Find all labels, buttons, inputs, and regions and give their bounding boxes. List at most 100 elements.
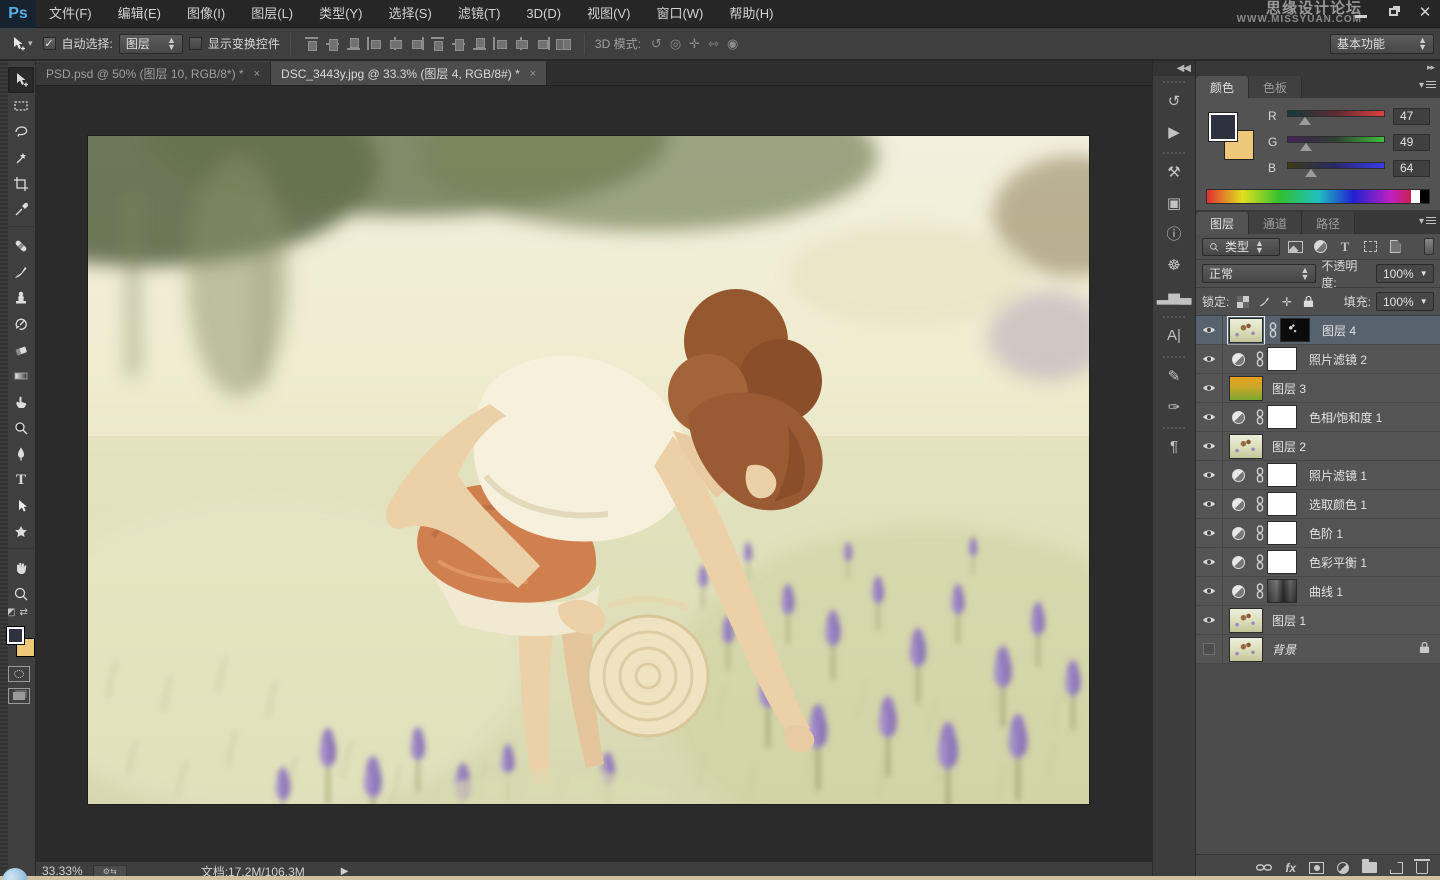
document-canvas-image[interactable] (88, 136, 1089, 804)
new-group-button[interactable] (1362, 862, 1377, 873)
filter-smart-objects-icon[interactable] (1385, 238, 1405, 255)
layer-mask-thumbnail[interactable] (1267, 492, 1297, 516)
foreground-color-swatch[interactable] (6, 626, 25, 645)
filter-adjustment-layers-icon[interactable] (1310, 238, 1330, 255)
distribute-horizontal-centers-icon[interactable] (514, 37, 529, 50)
restore-button[interactable] (1382, 2, 1404, 22)
history-panel-icon[interactable]: ↺ (1155, 85, 1193, 116)
tab-paths[interactable]: 路径 (1302, 212, 1355, 234)
layer-row[interactable]: 选取颜色 1 (1196, 490, 1440, 519)
dock-gripper[interactable] (1163, 316, 1185, 318)
3d-rotate-icon[interactable]: ↺ (651, 36, 662, 52)
tool-history-brush[interactable] (8, 311, 34, 337)
tab-close-icon[interactable]: × (528, 68, 538, 80)
layer-thumbnail[interactable] (1229, 376, 1263, 401)
layer-visibility-toggle[interactable] (1196, 316, 1223, 345)
collapse-panels-button[interactable]: ▸▸ (1196, 61, 1440, 74)
menu-view[interactable]: 视图(V) (574, 6, 643, 21)
lock-transparency-icon[interactable] (1234, 293, 1251, 310)
canvas-area[interactable] (36, 86, 1152, 861)
tool-presets-panel-icon[interactable]: ⚒ (1155, 156, 1193, 187)
lock-all-icon[interactable] (1300, 293, 1317, 310)
tab-color[interactable]: 颜色 (1196, 76, 1249, 98)
menu-edit[interactable]: 编辑(E) (105, 6, 174, 21)
filter-type-layers-icon[interactable]: T (1335, 238, 1355, 255)
menu-filter[interactable]: 滤镜(T) (445, 6, 514, 21)
slider-thumb[interactable] (1299, 117, 1311, 125)
tool-pen[interactable] (8, 441, 34, 467)
quick-mask-button[interactable] (8, 666, 30, 682)
tool-zoom[interactable] (8, 581, 34, 607)
status-flyout-arrow-icon[interactable]: ▶ (341, 866, 349, 877)
info-panel-icon[interactable]: ⓘ (1155, 218, 1193, 249)
layer-mask-link-icon[interactable] (1255, 496, 1265, 512)
layer-row[interactable]: 图层 3 (1196, 374, 1440, 403)
layer-name[interactable]: 曲线 1 (1309, 583, 1343, 600)
tool-custom-shape[interactable] (8, 519, 34, 545)
swap-colors-icon[interactable]: ⇄ (19, 607, 27, 618)
filter-shape-layers-icon[interactable] (1360, 238, 1380, 255)
layer-name[interactable]: 选取颜色 1 (1309, 496, 1367, 513)
layer-visibility-toggle[interactable] (1196, 345, 1223, 374)
new-layer-button[interactable] (1390, 862, 1403, 874)
layer-filter-type-dropdown[interactable]: 类型 ▲▼ (1202, 238, 1280, 256)
tab-close-icon[interactable]: × (252, 68, 262, 80)
channel-value-field[interactable]: 47 (1393, 108, 1430, 125)
dock-gripper[interactable] (1163, 81, 1185, 83)
layer-name[interactable]: 照片滤镜 2 (1309, 351, 1367, 368)
layers-panel-menu-icon[interactable]: ▾ (1419, 216, 1436, 227)
color-panel-menu-icon[interactable]: ▾ (1419, 80, 1436, 91)
default-colors-icon[interactable]: ◩ (6, 607, 15, 618)
3d-slide-icon[interactable]: ⇿ (708, 36, 719, 52)
menu-image[interactable]: 图像(I) (174, 6, 238, 21)
layer-row[interactable]: 色相/饱和度 1 (1196, 403, 1440, 432)
color-spectrum-ramp[interactable] (1206, 189, 1430, 204)
layer-mask-thumbnail[interactable] (1267, 463, 1297, 487)
brush-panel-icon[interactable]: ✑ (1155, 391, 1193, 422)
tool-eraser[interactable] (8, 337, 34, 363)
layer-name[interactable]: 色彩平衡 1 (1309, 554, 1367, 571)
layer-mask-thumbnail[interactable] (1267, 405, 1297, 429)
navigator-panel-icon[interactable]: ☸ (1155, 249, 1193, 280)
channel-value-field[interactable]: 49 (1393, 134, 1430, 151)
tool-crop[interactable] (8, 171, 34, 197)
align-left-edges-icon[interactable] (367, 37, 382, 50)
3d-roll-icon[interactable]: ◎ (670, 36, 681, 52)
minimize-button[interactable] (1350, 2, 1372, 22)
menu-window[interactable]: 窗口(W) (643, 6, 716, 21)
tool-type[interactable]: T (8, 467, 34, 493)
tab-layers[interactable]: 图层 (1196, 212, 1249, 234)
layer-row[interactable]: 曲线 1 (1196, 577, 1440, 606)
layer-name[interactable]: 色阶 1 (1309, 525, 1343, 542)
layer-style-button[interactable]: fx (1285, 861, 1296, 875)
layer-visibility-toggle[interactable] (1196, 577, 1223, 606)
layer-mask-thumbnail[interactable] (1267, 550, 1297, 574)
layer-mask-thumbnail[interactable] (1267, 521, 1297, 545)
layer-row[interactable]: 照片滤镜 1 (1196, 461, 1440, 490)
lock-pixels-icon[interactable] (1256, 293, 1273, 310)
layer-name[interactable]: 图层 2 (1272, 438, 1306, 455)
foreground-color-swatch[interactable] (1208, 112, 1238, 142)
tool-magic-wand[interactable] (8, 145, 34, 171)
tool-marquee[interactable] (8, 93, 34, 119)
tool-lasso[interactable] (8, 119, 34, 145)
distribute-right-edges-icon[interactable] (535, 37, 550, 50)
menu-type[interactable]: 类型(Y) (306, 6, 375, 21)
workspace-switcher-dropdown[interactable]: 基本功能 ▲▼ (1330, 34, 1434, 54)
tool-eyedropper[interactable] (8, 197, 34, 223)
blend-mode-dropdown[interactable]: 正常 ▲▼ (1202, 264, 1316, 283)
document-tab[interactable]: DSC_3443y.jpg @ 33.3% (图层 4, RGB/8#) * × (271, 61, 547, 85)
layer-mask-link-icon[interactable] (1255, 409, 1265, 425)
layer-row[interactable]: 照片滤镜 2 (1196, 345, 1440, 374)
layer-name[interactable]: 图层 3 (1272, 380, 1306, 397)
dock-gripper[interactable] (1163, 356, 1185, 358)
layer-row[interactable]: 图层 1 (1196, 606, 1440, 635)
align-top-edges-icon[interactable] (304, 37, 319, 50)
layer-mask-thumbnail[interactable] (1267, 579, 1297, 603)
tool-dodge[interactable] (8, 415, 34, 441)
3d-panel-icon[interactable]: ▣ (1155, 187, 1193, 218)
channel-slider[interactable] (1287, 108, 1385, 124)
layer-name[interactable]: 图层 4 (1322, 322, 1356, 339)
move-tool-indicator[interactable]: ▾ (6, 34, 37, 54)
menu-help[interactable]: 帮助(H) (716, 6, 786, 21)
